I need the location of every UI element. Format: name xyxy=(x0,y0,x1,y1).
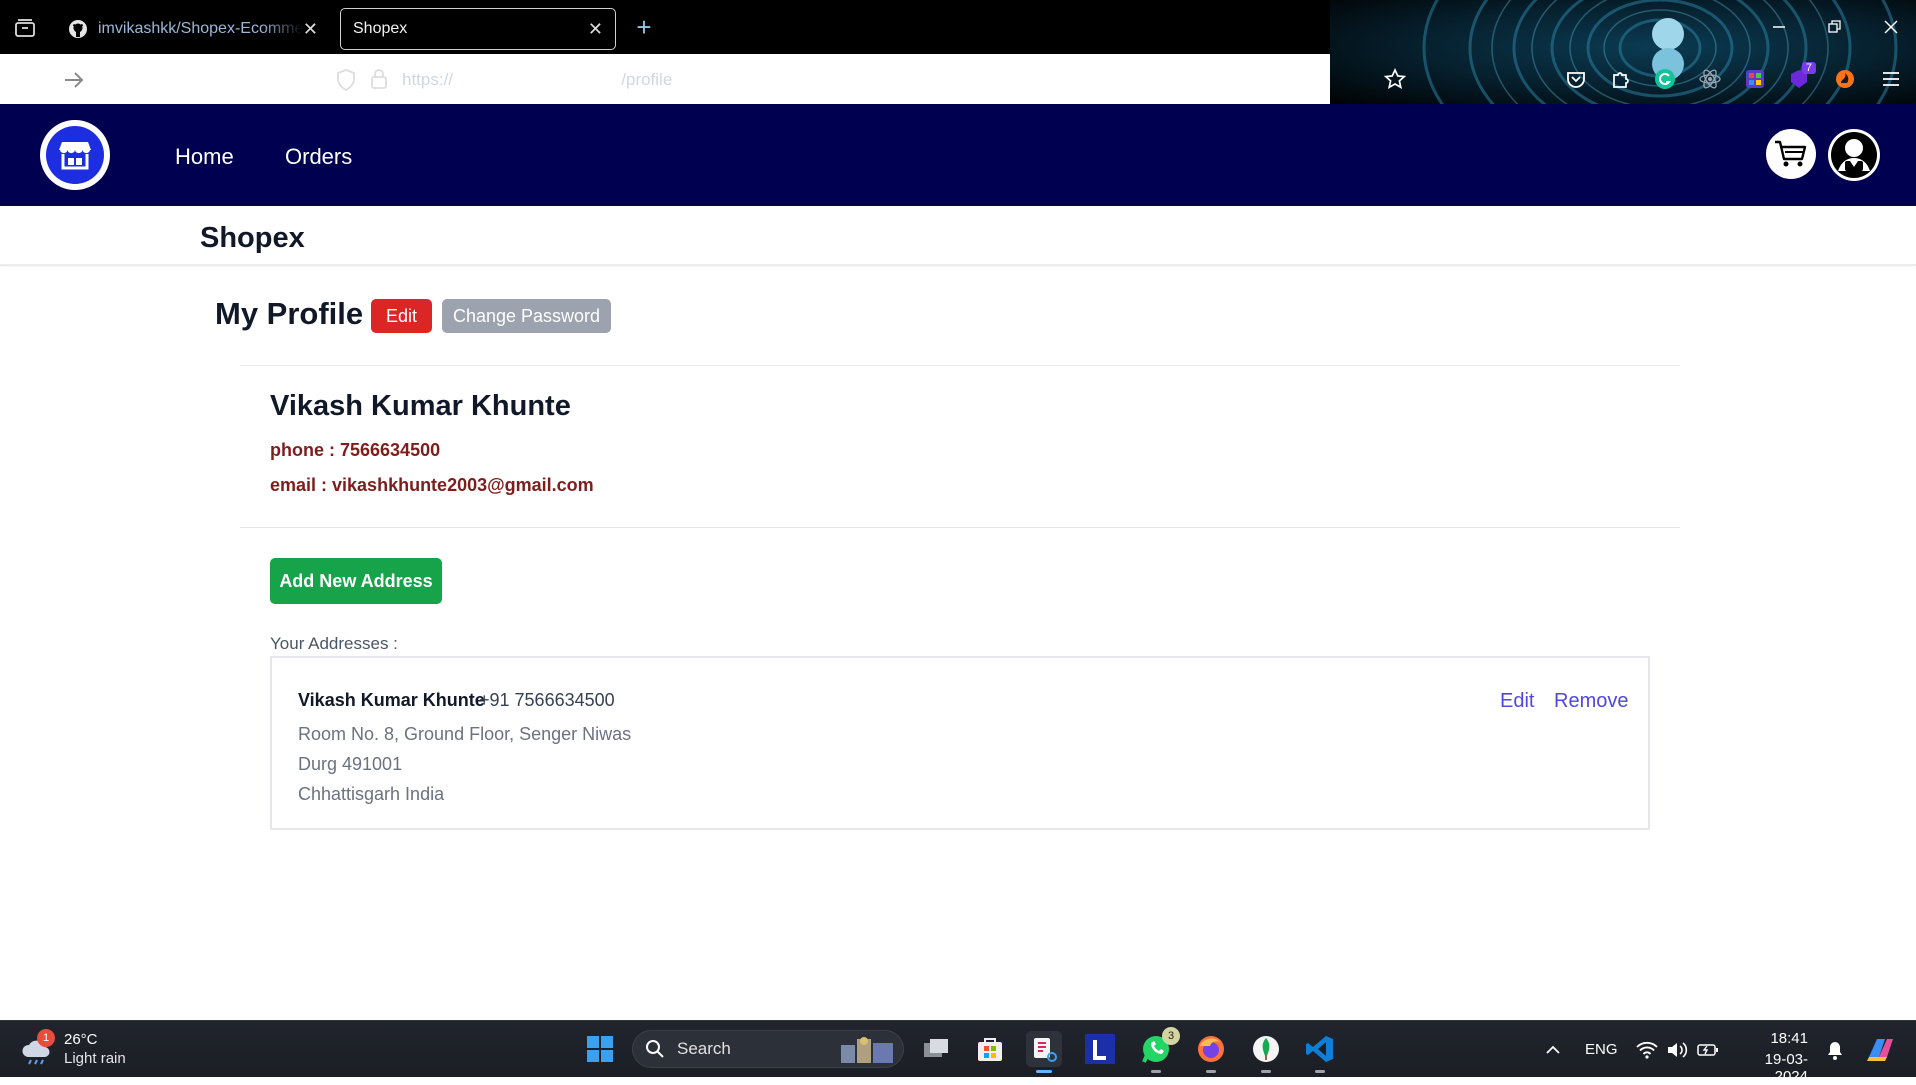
weather-description: Light rain xyxy=(64,1050,126,1067)
pocket-icon[interactable] xyxy=(1563,66,1589,92)
react-devtools-icon[interactable] xyxy=(1697,66,1723,92)
profile-name: Vikash Kumar Khunte xyxy=(270,390,571,422)
windows-taskbar: 1 26°C Light rain Search 3 ENG 18:41 19-… xyxy=(0,1020,1916,1085)
addresses-section-label: Your Addresses : xyxy=(270,634,398,653)
firefox-icon[interactable] xyxy=(1193,1031,1229,1073)
close-tab-icon[interactable]: ✕ xyxy=(303,20,318,38)
whatsapp-icon[interactable]: 3 xyxy=(1138,1027,1180,1073)
extensions-puzzle-icon[interactable] xyxy=(1608,66,1634,92)
active-indicator xyxy=(1036,1070,1052,1073)
shopex-logo[interactable] xyxy=(40,120,110,190)
task-view-icon[interactable] xyxy=(918,1031,954,1067)
home-icon[interactable] xyxy=(150,66,178,94)
running-indicator xyxy=(1315,1070,1325,1073)
volume-icon[interactable] xyxy=(1666,1039,1688,1061)
remove-address-link[interactable]: Remove xyxy=(1554,690,1628,713)
mongodb-compass-icon[interactable] xyxy=(1248,1031,1284,1073)
grammarly-icon[interactable] xyxy=(1652,66,1678,92)
page-title-bar: Shopex xyxy=(0,206,1916,266)
address-name: Vikash Kumar Khunte xyxy=(298,690,485,710)
nav-link-home[interactable]: Home xyxy=(175,144,234,170)
extension-badge: 7 xyxy=(1801,62,1816,74)
restore-window-icon[interactable] xyxy=(1822,14,1848,40)
url-scheme: https:// xyxy=(402,70,454,89)
notification-bell-icon[interactable] xyxy=(1824,1039,1846,1061)
shield-icon[interactable] xyxy=(336,69,356,91)
menu-hamburger-icon[interactable] xyxy=(1878,66,1904,92)
weather-widget[interactable]: 1 26°C Light rain xyxy=(20,1029,160,1071)
snipping-tool-icon[interactable] xyxy=(1026,1031,1062,1073)
page-title: Shopex xyxy=(200,222,305,254)
nav-link-orders[interactable]: Orders xyxy=(285,144,352,170)
change-password-button[interactable]: Change Password xyxy=(442,299,611,333)
forward-arrow-icon[interactable] xyxy=(60,66,88,94)
divider xyxy=(240,527,1680,528)
address-street: Room No. 8, Ground Floor, Senger Niwas xyxy=(298,724,632,744)
lock-icon[interactable] xyxy=(370,68,388,90)
taskbar-search-box[interactable]: Search xyxy=(632,1030,904,1068)
edit-address-link[interactable]: Edit xyxy=(1500,690,1534,713)
browser-tab-github[interactable]: imvikashkk/Shopex-Ecommerce ✕ xyxy=(56,8,330,50)
flame-extension-icon[interactable] xyxy=(1832,66,1858,92)
browser-nav-bar: https://shopexnow.vercel.app/profile 7 xyxy=(0,54,1916,104)
minimize-window-icon[interactable] xyxy=(1766,14,1792,40)
cart-button[interactable] xyxy=(1766,129,1816,179)
running-indicator xyxy=(1206,1070,1216,1073)
new-tab-button[interactable]: + xyxy=(630,14,658,42)
user-avatar-icon xyxy=(1830,131,1878,179)
vscode-icon[interactable] xyxy=(1302,1031,1338,1073)
site-header: Home Orders xyxy=(0,104,1916,206)
weather-temperature: 26°C xyxy=(64,1031,98,1048)
running-indicator xyxy=(1151,1070,1161,1073)
running-indicator xyxy=(1261,1070,1271,1073)
color-grid-extension-icon[interactable] xyxy=(1742,66,1768,92)
whatsapp-badge: 3 xyxy=(1162,1027,1180,1045)
notification-extension-icon[interactable]: 7 xyxy=(1786,62,1816,92)
url-path: /profile xyxy=(621,70,673,89)
browser-tab-shopex[interactable]: Shopex ✕ xyxy=(340,8,616,50)
profile-phone: phone : 7566634500 xyxy=(270,440,441,460)
github-icon xyxy=(68,19,88,39)
browser-tab-bar: imvikashkk/Shopex-Ecommerce ✕ Shopex ✕ + xyxy=(0,0,1916,54)
weather-alert-badge: 1 xyxy=(37,1029,55,1047)
profile-email: email : vikashkhunte2003@gmail.com xyxy=(270,475,594,495)
clock-date[interactable]: 19-03-2024 xyxy=(1738,1051,1808,1085)
clock-time[interactable]: 18:41 xyxy=(1738,1030,1808,1047)
edit-profile-button[interactable]: Edit xyxy=(371,299,432,333)
close-tab-icon[interactable]: ✕ xyxy=(588,20,603,38)
tab-list-icon[interactable] xyxy=(10,13,40,43)
url-host: shopexnow.vercel.app xyxy=(453,70,622,89)
reload-icon[interactable] xyxy=(106,66,134,94)
url-text[interactable]: https://shopexnow.vercel.app/profile xyxy=(402,70,672,90)
battery-charging-icon[interactable] xyxy=(1697,1039,1719,1061)
l-app-icon[interactable] xyxy=(1082,1031,1118,1067)
address-card: Vikash Kumar Khunte +91 7566634500 Room … xyxy=(270,656,1650,830)
search-label: Search xyxy=(677,1039,731,1058)
address-phone: +91 7566634500 xyxy=(479,690,615,710)
tab-title: Shopex xyxy=(353,20,408,37)
address-state-country: Chhattisgarh India xyxy=(298,784,445,804)
back-arrow-icon[interactable] xyxy=(16,66,44,94)
close-window-icon[interactable] xyxy=(1878,14,1904,40)
search-highlight-art xyxy=(837,1035,897,1065)
shopping-cart-icon xyxy=(1774,139,1808,169)
bookmark-star-icon[interactable] xyxy=(1384,68,1406,90)
user-avatar[interactable] xyxy=(1828,129,1880,181)
windows-start-icon[interactable] xyxy=(582,1031,618,1067)
address-city-pin: Durg 491001 xyxy=(298,754,403,774)
add-new-address-button[interactable]: Add New Address xyxy=(270,558,442,604)
address-bar[interactable]: https://shopexnow.vercel.app/profile xyxy=(330,64,1406,96)
storefront-icon xyxy=(46,126,104,184)
divider xyxy=(240,365,1680,366)
copilot-icon[interactable] xyxy=(1864,1034,1898,1064)
profile-heading: My Profile xyxy=(215,296,364,331)
search-icon xyxy=(645,1039,665,1059)
chevron-up-icon[interactable] xyxy=(1542,1039,1564,1061)
language-indicator[interactable]: ENG xyxy=(1585,1041,1618,1058)
microsoft-store-icon[interactable] xyxy=(972,1031,1008,1067)
tab-title: imvikashkk/Shopex-Ecommerce xyxy=(98,20,303,37)
wifi-icon[interactable] xyxy=(1636,1039,1658,1061)
